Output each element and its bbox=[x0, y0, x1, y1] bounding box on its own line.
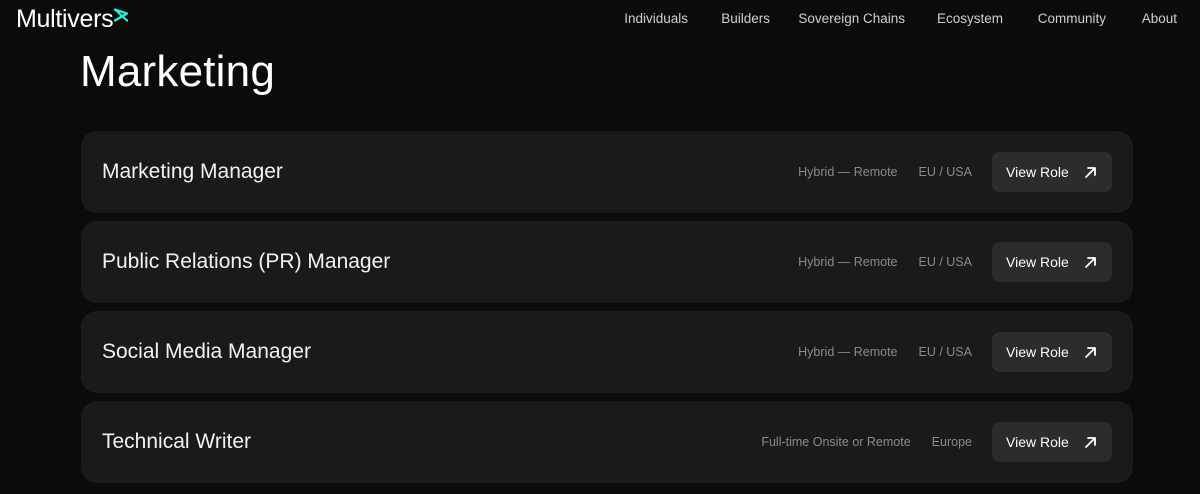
nav-item-sovereign-chains[interactable]: Sovereign Chains bbox=[798, 11, 905, 26]
job-location: EU / USA bbox=[918, 255, 973, 269]
nav-item-individuals[interactable]: Individuals bbox=[624, 11, 688, 26]
top-navigation-bar: Multivers Individuals Builders Sovereign… bbox=[0, 0, 1200, 38]
job-meta: Full-time Onsite or Remote Europe bbox=[761, 401, 972, 483]
job-meta: Hybrid — Remote EU / USA bbox=[798, 131, 972, 213]
job-type: Full-time Onsite or Remote bbox=[761, 435, 911, 449]
job-card: Social Media Manager Hybrid — Remote EU … bbox=[81, 311, 1133, 393]
view-role-label: View Role bbox=[1006, 344, 1069, 360]
job-card: Public Relations (PR) Manager Hybrid — R… bbox=[81, 221, 1133, 303]
view-role-label: View Role bbox=[1006, 434, 1069, 450]
view-role-label: View Role bbox=[1006, 254, 1069, 270]
job-type: Hybrid — Remote bbox=[798, 165, 898, 179]
job-title: Public Relations (PR) Manager bbox=[102, 250, 391, 273]
logo-wordmark: Multivers bbox=[16, 5, 114, 33]
job-meta: Hybrid — Remote EU / USA bbox=[798, 221, 972, 303]
arrow-up-right-icon bbox=[1084, 436, 1096, 448]
job-card: Technical Writer Full-time Onsite or Rem… bbox=[81, 401, 1133, 483]
arrow-up-right-icon bbox=[1084, 166, 1096, 178]
careers-page: Multivers Individuals Builders Sovereign… bbox=[0, 0, 1200, 494]
view-role-button[interactable]: View Role bbox=[992, 422, 1112, 462]
job-title: Technical Writer bbox=[102, 430, 251, 453]
nav-item-ecosystem[interactable]: Ecosystem bbox=[937, 11, 1003, 26]
view-role-button[interactable]: View Role bbox=[992, 152, 1112, 192]
nav-item-builders[interactable]: Builders bbox=[721, 11, 770, 26]
nav-item-community[interactable]: Community bbox=[1038, 11, 1106, 26]
multiversx-logo[interactable]: Multivers bbox=[16, 5, 129, 33]
job-location: EU / USA bbox=[918, 345, 973, 359]
section-title: Marketing bbox=[80, 47, 275, 96]
view-role-label: View Role bbox=[1006, 164, 1069, 180]
job-title: Marketing Manager bbox=[102, 160, 283, 183]
view-role-button[interactable]: View Role bbox=[992, 332, 1112, 372]
view-role-button[interactable]: View Role bbox=[992, 242, 1112, 282]
logo-x-mark-icon bbox=[114, 8, 129, 22]
job-list: Marketing Manager Hybrid — Remote EU / U… bbox=[81, 131, 1133, 491]
job-type: Hybrid — Remote bbox=[798, 345, 898, 359]
arrow-up-right-icon bbox=[1084, 256, 1096, 268]
job-card: Marketing Manager Hybrid — Remote EU / U… bbox=[81, 131, 1133, 213]
nav-item-about[interactable]: About bbox=[1142, 11, 1177, 26]
job-meta: Hybrid — Remote EU / USA bbox=[798, 311, 972, 393]
job-location: Europe bbox=[931, 435, 972, 449]
job-location: EU / USA bbox=[918, 165, 973, 179]
job-title: Social Media Manager bbox=[102, 340, 311, 363]
job-type: Hybrid — Remote bbox=[798, 255, 898, 269]
arrow-up-right-icon bbox=[1084, 346, 1096, 358]
